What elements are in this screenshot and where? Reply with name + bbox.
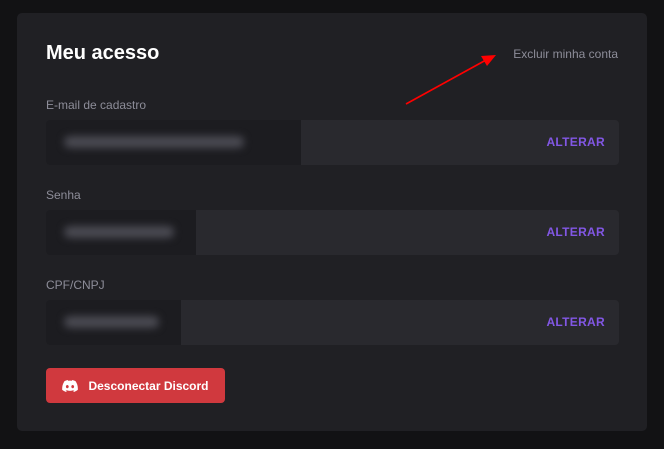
disconnect-discord-label: Desconectar Discord bbox=[88, 378, 209, 393]
annotation-arrow-icon bbox=[405, 55, 496, 105]
email-field: ALTERAR bbox=[46, 120, 619, 165]
password-field-label: Senha bbox=[46, 188, 81, 202]
page-title: Meu acesso bbox=[46, 42, 160, 64]
email-change-button[interactable]: ALTERAR bbox=[546, 135, 605, 149]
delete-account-link[interactable]: Excluir minha conta bbox=[513, 47, 618, 61]
email-redacted-value bbox=[64, 136, 244, 148]
document-change-button[interactable]: ALTERAR bbox=[546, 315, 605, 329]
document-field-label: CPF/CNPJ bbox=[46, 278, 105, 292]
email-field-label: E-mail de cadastro bbox=[46, 98, 147, 112]
password-field: ALTERAR bbox=[46, 210, 619, 255]
password-redacted-value bbox=[64, 226, 174, 238]
document-field: ALTERAR bbox=[46, 300, 619, 345]
discord-icon bbox=[62, 379, 79, 392]
document-redacted-value bbox=[64, 316, 159, 328]
password-change-button[interactable]: ALTERAR bbox=[546, 225, 605, 239]
account-access-card: Meu acesso Excluir minha conta E-mail de… bbox=[17, 13, 647, 431]
disconnect-discord-button[interactable]: Desconectar Discord bbox=[46, 368, 225, 403]
